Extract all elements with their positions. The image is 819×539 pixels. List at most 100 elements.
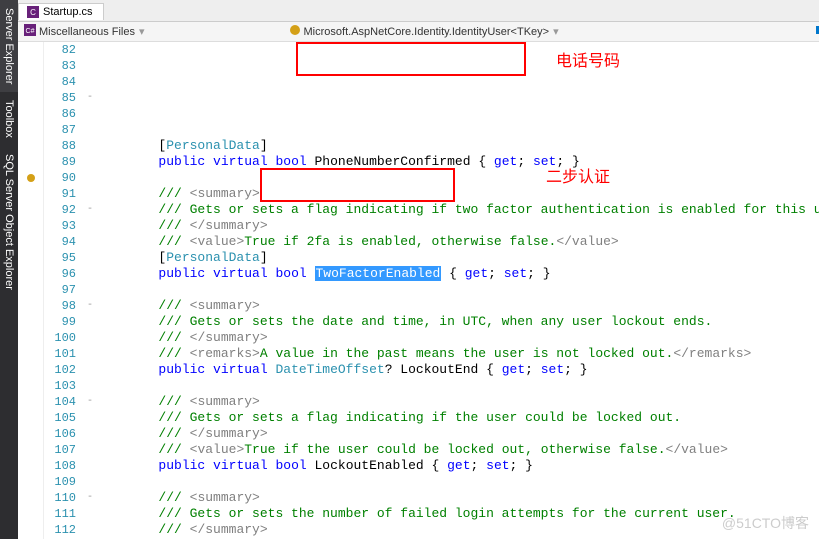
fold-marker: [84, 106, 96, 122]
line-number: 99: [44, 314, 76, 330]
code-line[interactable]: /// Gets or sets a flag indicating if tw…: [96, 202, 819, 218]
code-line[interactable]: /// <summary>: [96, 298, 819, 314]
tab-label: Startup.cs: [43, 6, 93, 18]
margin-glyph: [18, 330, 43, 346]
sidebar-tab-toolbox[interactable]: Toolbox: [0, 92, 18, 146]
margin-glyph: [18, 346, 43, 362]
code-line[interactable]: [96, 282, 819, 298]
line-number: 101: [44, 346, 76, 362]
fold-marker: [84, 522, 96, 538]
code-line[interactable]: /// <summary>: [96, 490, 819, 506]
code-line[interactable]: /// <value>True if the user could be loc…: [96, 442, 819, 458]
fold-marker: [84, 346, 96, 362]
fold-marker: [84, 378, 96, 394]
line-number: 91: [44, 186, 76, 202]
annotation-label-1: 电话号码: [556, 54, 620, 70]
sidebar-tab-server-explorer[interactable]: Server Explorer: [0, 0, 18, 92]
fold-marker[interactable]: -: [84, 490, 96, 506]
line-number: 94: [44, 234, 76, 250]
code-line[interactable]: /// Gets or sets the number of failed lo…: [96, 506, 819, 522]
fold-marker: [84, 138, 96, 154]
line-number: 112: [44, 522, 76, 538]
fold-marker: [84, 234, 96, 250]
code-line[interactable]: /// </summary>: [96, 218, 819, 234]
margin-glyph: [18, 410, 43, 426]
code-line[interactable]: public virtual bool TwoFactorEnabled { g…: [96, 266, 819, 282]
line-number: 83: [44, 58, 76, 74]
margin-glyph: [18, 282, 43, 298]
code-line[interactable]: public virtual bool LockoutEnabled { get…: [96, 458, 819, 474]
code-line[interactable]: [PersonalData]: [96, 138, 819, 154]
line-number: 105: [44, 410, 76, 426]
line-number: 104: [44, 394, 76, 410]
margin-glyph: [18, 42, 43, 58]
margin-glyph: [18, 506, 43, 522]
line-number: 89: [44, 154, 76, 170]
fold-marker: [84, 314, 96, 330]
editor-tab-active[interactable]: C Startup.cs: [18, 3, 104, 20]
margin-glyph: [18, 314, 43, 330]
line-number: 92: [44, 202, 76, 218]
code-line[interactable]: public virtual bool PhoneNumberConfirmed…: [96, 154, 819, 170]
svg-text:C: C: [30, 8, 36, 17]
code-line[interactable]: /// </summary>: [96, 426, 819, 442]
margin-glyph: [18, 298, 43, 314]
class-icon: [289, 24, 301, 39]
fold-marker[interactable]: -: [84, 202, 96, 218]
csharp-icon: C#: [24, 24, 36, 39]
margin-glyph: [18, 234, 43, 250]
margin-glyph: [18, 138, 43, 154]
code-line[interactable]: /// </summary>: [96, 330, 819, 346]
fold-marker: [84, 506, 96, 522]
code-editor[interactable]: 8283848586878889909192939495969798991001…: [18, 42, 819, 539]
margin-glyph: [18, 250, 43, 266]
fold-marker: [84, 250, 96, 266]
line-number: 111: [44, 506, 76, 522]
margin-glyph: [18, 474, 43, 490]
line-number: 106: [44, 426, 76, 442]
code-line[interactable]: public virtual DateTimeOffset? LockoutEn…: [96, 362, 819, 378]
margin-glyph: [18, 362, 43, 378]
property-icon: [814, 24, 819, 39]
margin-glyph: [18, 170, 43, 186]
fold-marker: [84, 362, 96, 378]
margin-glyph: [18, 394, 43, 410]
code-line[interactable]: [96, 474, 819, 490]
code-area[interactable]: 电话号码 二步认证 [PersonalData] public virtual …: [96, 42, 819, 539]
margin-glyph: [18, 490, 43, 506]
code-line[interactable]: /// Gets or sets a flag indicating if th…: [96, 410, 819, 426]
code-line[interactable]: [96, 378, 819, 394]
breadcrumb-member[interactable]: Two: [810, 24, 819, 39]
breadcrumb-project[interactable]: C# Miscellaneous Files: [20, 24, 139, 39]
margin-glyph: [18, 442, 43, 458]
code-line[interactable]: [PersonalData]: [96, 250, 819, 266]
code-line[interactable]: /// <summary>: [96, 186, 819, 202]
line-number: 109: [44, 474, 76, 490]
margin: [18, 42, 44, 539]
margin-glyph: [18, 122, 43, 138]
margin-glyph: [18, 378, 43, 394]
line-number: 107: [44, 442, 76, 458]
fold-marker[interactable]: -: [84, 298, 96, 314]
breadcrumb-class[interactable]: Microsoft.AspNetCore.Identity.IdentityUs…: [285, 24, 554, 39]
code-line[interactable]: /// Gets or sets the date and time, in U…: [96, 314, 819, 330]
fold-marker: [84, 186, 96, 202]
sidebar-tab-sql-explorer[interactable]: SQL Server Object Explorer: [0, 146, 18, 298]
fold-marker[interactable]: -: [84, 394, 96, 410]
line-number: 96: [44, 266, 76, 282]
fold-marker: [84, 410, 96, 426]
code-line[interactable]: /// <value>True if 2fa is enabled, other…: [96, 234, 819, 250]
line-number: 110: [44, 490, 76, 506]
line-number: 86: [44, 106, 76, 122]
code-line[interactable]: /// <remarks>A value in the past means t…: [96, 346, 819, 362]
code-line[interactable]: /// </summary>: [96, 522, 819, 538]
fold-marker[interactable]: -: [84, 90, 96, 106]
line-number: 108: [44, 458, 76, 474]
code-line[interactable]: /// <summary>: [96, 394, 819, 410]
main-area: C Startup.cs C# Miscellaneous Files ▾ Mi…: [18, 0, 819, 539]
line-number: 90: [44, 170, 76, 186]
line-number: 102: [44, 362, 76, 378]
code-line[interactable]: [96, 170, 819, 186]
fold-gutter[interactable]: - - - - -: [84, 42, 96, 539]
breadcrumb: C# Miscellaneous Files ▾ Microsoft.AspNe…: [18, 22, 819, 42]
